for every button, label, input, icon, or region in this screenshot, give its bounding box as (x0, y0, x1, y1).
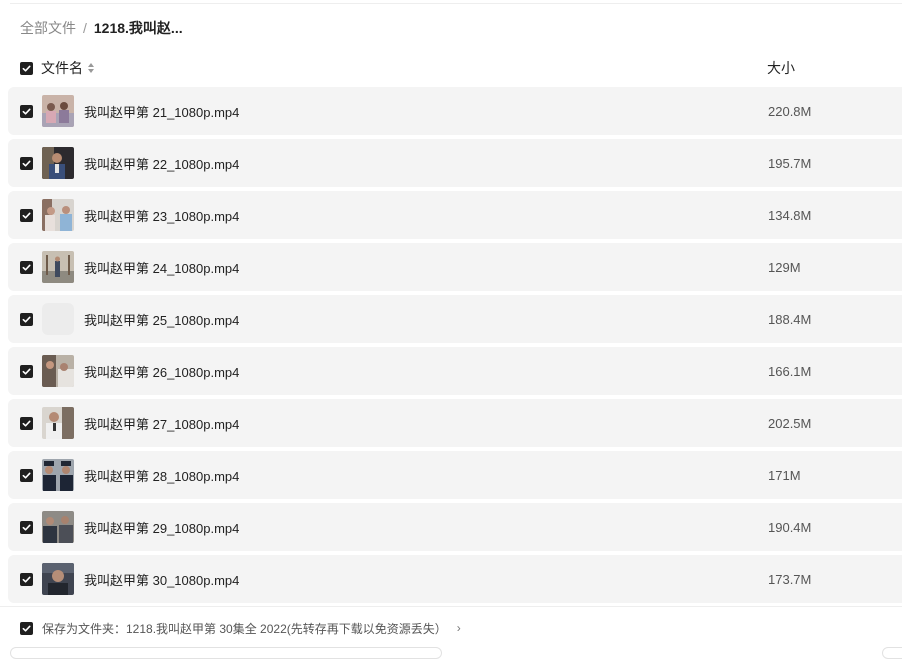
breadcrumb: 全部文件 / 1218.我叫赵... (20, 18, 183, 38)
file-size: 166.1M (768, 363, 812, 379)
file-name[interactable]: 我叫赵甲第 26_1080p.mp4 (84, 362, 239, 381)
file-row[interactable]: 我叫赵甲第 28_1080p.mp4 171M (8, 451, 902, 499)
file-name[interactable]: 我叫赵甲第 21_1080p.mp4 (84, 102, 239, 121)
row-checkbox[interactable] (20, 364, 33, 378)
row-checkbox[interactable] (20, 208, 33, 222)
column-header-name[interactable]: 文件名 (41, 58, 83, 78)
video-thumbnail (42, 459, 74, 491)
file-name[interactable]: 我叫赵甲第 24_1080p.mp4 (84, 258, 239, 277)
check-icon (22, 316, 31, 323)
file-name[interactable]: 我叫赵甲第 30_1080p.mp4 (84, 570, 239, 589)
file-name[interactable]: 我叫赵甲第 23_1080p.mp4 (84, 206, 239, 225)
footer-divider (0, 606, 902, 607)
file-row[interactable]: 我叫赵甲第 21_1080p.mp4 220.8M (8, 87, 902, 135)
file-row[interactable]: 我叫赵甲第 27_1080p.mp4 202.5M (8, 399, 902, 447)
save-folder-checkbox[interactable] (20, 621, 33, 635)
breadcrumb-current: 1218.我叫赵... (93, 20, 183, 36)
file-row[interactable]: 我叫赵甲第 26_1080p.mp4 166.1M (8, 347, 902, 395)
file-list: 我叫赵甲第 21_1080p.mp4 220.8M 我叫赵甲第 22_1080p… (8, 87, 902, 607)
video-thumbnail (42, 511, 74, 543)
check-icon (22, 264, 31, 271)
check-icon (22, 212, 31, 219)
sort-updown-icon[interactable] (87, 62, 95, 74)
bottom-panel-edge (10, 647, 442, 659)
save-folder-option[interactable]: 保存为文件夹：1218.我叫赵甲第 30集全 2022(先转存再下载以免资源丢失… (20, 619, 461, 637)
check-icon (22, 368, 31, 375)
row-checkbox[interactable] (20, 416, 33, 430)
check-icon (22, 420, 31, 427)
check-icon (22, 524, 31, 531)
video-thumbnail (42, 199, 74, 231)
row-checkbox[interactable] (20, 468, 33, 482)
file-size: 195.7M (768, 155, 812, 171)
row-checkbox[interactable] (20, 260, 33, 274)
file-row[interactable]: 我叫赵甲第 30_1080p.mp4 173.7M (8, 555, 902, 603)
file-size: 188.4M (768, 311, 812, 327)
file-name[interactable]: 我叫赵甲第 27_1080p.mp4 (84, 414, 239, 433)
row-checkbox[interactable] (20, 520, 33, 534)
select-all-checkbox[interactable] (20, 61, 33, 75)
file-row[interactable]: 我叫赵甲第 22_1080p.mp4 195.7M (8, 139, 902, 187)
file-size: 171M (768, 467, 801, 483)
file-row[interactable]: 我叫赵甲第 23_1080p.mp4 134.8M (8, 191, 902, 239)
check-icon (22, 65, 31, 72)
breadcrumb-root-link[interactable]: 全部文件 (20, 18, 76, 38)
chevron-right-icon[interactable]: › (457, 621, 461, 635)
save-folder-label[interactable]: 保存为文件夹：1218.我叫赵甲第 30集全 2022(先转存再下载以免资源丢失… (42, 620, 447, 637)
file-size: 173.7M (768, 571, 812, 587)
file-size: 202.5M (768, 415, 812, 431)
top-divider (10, 3, 902, 4)
bottom-button-edge (882, 647, 902, 659)
video-thumbnail (42, 407, 74, 439)
video-thumbnail (42, 355, 74, 387)
row-checkbox[interactable] (20, 572, 33, 586)
video-thumbnail (42, 303, 74, 335)
check-icon (22, 576, 31, 583)
check-icon (22, 108, 31, 115)
check-icon (22, 472, 31, 479)
video-thumbnail (42, 251, 74, 283)
file-row[interactable]: 我叫赵甲第 25_1080p.mp4 188.4M (8, 295, 902, 343)
check-icon (22, 625, 31, 632)
file-size: 220.8M (768, 103, 812, 119)
file-name[interactable]: 我叫赵甲第 22_1080p.mp4 (84, 154, 239, 173)
check-icon (22, 160, 31, 167)
file-name[interactable]: 我叫赵甲第 29_1080p.mp4 (84, 518, 239, 537)
file-size: 190.4M (768, 519, 812, 535)
row-checkbox[interactable] (20, 312, 33, 326)
file-list-header: 文件名 大小 (20, 58, 902, 78)
video-thumbnail (42, 563, 74, 595)
breadcrumb-separator: / (83, 20, 87, 36)
file-size: 134.8M (768, 207, 812, 223)
row-checkbox[interactable] (20, 104, 33, 118)
file-size: 129M (768, 259, 801, 275)
file-row[interactable]: 我叫赵甲第 29_1080p.mp4 190.4M (8, 503, 902, 551)
video-thumbnail (42, 95, 74, 127)
video-thumbnail (42, 147, 74, 179)
row-checkbox[interactable] (20, 156, 33, 170)
file-name[interactable]: 我叫赵甲第 25_1080p.mp4 (84, 310, 239, 329)
file-name[interactable]: 我叫赵甲第 28_1080p.mp4 (84, 466, 239, 485)
file-row[interactable]: 我叫赵甲第 24_1080p.mp4 129M (8, 243, 902, 291)
column-header-size[interactable]: 大小 (767, 58, 795, 78)
